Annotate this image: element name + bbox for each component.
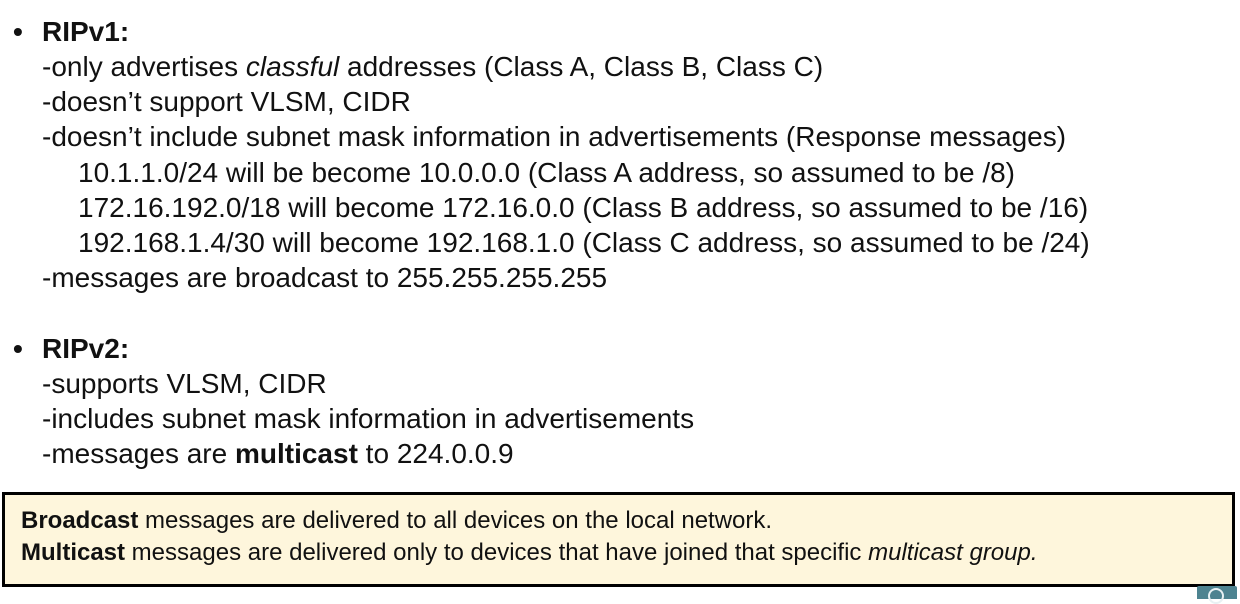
corner-logo-badge <box>1197 586 1237 604</box>
broadcast-definition-text: messages are delivered to all devices on… <box>138 507 773 534</box>
ripv2-vlsm-line: -supports VLSM, CIDR <box>42 368 327 399</box>
multicast-definition: Multicast messages are delivered only to… <box>21 537 1038 569</box>
ripv2-multicast-text-pre: -messages are <box>42 438 235 469</box>
broadcast-definition: Broadcast messages are delivered to all … <box>21 505 772 537</box>
multicast-definition-text: messages are delivered only to devices t… <box>125 539 869 566</box>
ripv1-example-class-c: 192.168.1.4/30 will become 192.168.1.0 (… <box>78 227 1090 258</box>
multicast-term: Multicast <box>21 539 126 566</box>
bullet-icon: • <box>13 333 23 364</box>
ripv2-multicast-line: -messages are multicast to 224.0.0.9 <box>42 436 514 472</box>
bullet-icon: • <box>13 16 23 47</box>
ripv1-classful-line: -only advertises classful addresses (Cla… <box>42 49 823 85</box>
definition-callout: Broadcast messages are delivered to all … <box>2 492 1235 587</box>
ripv1-classful-emphasis: classful <box>245 51 340 82</box>
ripv1-broadcast-line: -messages are broadcast to 255.255.255.2… <box>42 262 608 293</box>
broadcast-term: Broadcast <box>21 507 139 534</box>
ripv2-multicast-text-post: to 224.0.0.9 <box>357 438 514 469</box>
ripv2-multicast-bold: multicast <box>234 438 358 469</box>
ripv2-heading: • RIPv2: <box>0 331 300 367</box>
ripv1-example-class-a: 10.1.1.0/24 will be become 10.0.0.0 (Cla… <box>78 157 1015 188</box>
ripv1-vlsm-line: -doesn’t support VLSM, CIDR <box>42 86 411 117</box>
ripv1-example-class-b: 172.16.192.0/18 will become 172.16.0.0 (… <box>78 192 1089 223</box>
ripv1-heading: • RIPv1: <box>0 14 300 50</box>
multicast-group-term: multicast group. <box>868 539 1038 566</box>
ripv1-title: RIPv1: <box>42 16 130 47</box>
ripv1-mask-line: -doesn’t include subnet mask information… <box>42 121 1067 152</box>
ripv2-mask-line: -includes subnet mask information in adv… <box>42 403 695 434</box>
ripv1-classful-text-post: addresses (Class A, Class B, Class C) <box>339 51 824 82</box>
logo-icon <box>1208 588 1224 604</box>
ripv2-title: RIPv2: <box>42 333 130 364</box>
ripv1-classful-text-pre: -only advertises <box>42 51 246 82</box>
